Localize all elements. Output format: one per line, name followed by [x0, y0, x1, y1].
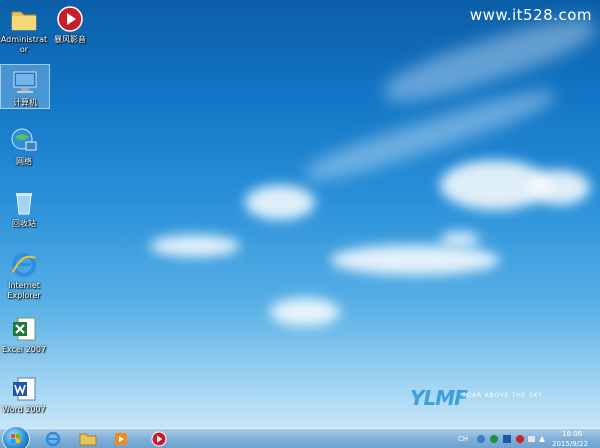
tray-icons[interactable] [476, 434, 548, 446]
folder-icon [9, 4, 39, 34]
desktop-icon-network[interactable]: 网络 [0, 124, 48, 167]
baofeng-player-icon [151, 431, 167, 447]
clock-time[interactable]: 16:06 [562, 430, 582, 438]
desktop-icon-recycle-bin[interactable]: 回收站 [0, 186, 48, 229]
cloud [270, 298, 340, 326]
cloud [330, 245, 500, 275]
icon-label: 网络 [16, 157, 32, 166]
taskbar-baofeng-button[interactable] [144, 430, 174, 448]
cloud [440, 232, 480, 246]
recycle-bin-icon [9, 188, 39, 218]
watermark-text: www.it528.com [469, 6, 592, 24]
cloud [245, 185, 315, 220]
icon-label: Internet Explorer [7, 281, 41, 300]
taskbar: CH 16:06 2015/9/22 [0, 426, 600, 448]
cloud [150, 235, 240, 257]
tray-icons-strip [477, 435, 545, 443]
taskbar-media-player-button[interactable] [106, 430, 136, 448]
icon-label: 暴风影音 [54, 35, 86, 44]
icon-label: 计算机 [13, 98, 37, 107]
icon-label: 回收站 [12, 219, 36, 228]
internet-explorer-icon [45, 431, 61, 447]
taskbar-explorer-button[interactable] [72, 430, 102, 448]
desktop-icon-internet-explorer[interactable]: Internet Explorer [0, 248, 48, 301]
taskbar-ie-button[interactable] [38, 430, 68, 448]
system-tray: CH 16:06 2015/9/22 [440, 429, 600, 448]
cloud [530, 170, 590, 205]
desktop-icon-computer[interactable]: 计算机 [0, 64, 50, 109]
desktop-icon-administrator[interactable]: Administrator [0, 2, 48, 55]
word-icon [9, 374, 39, 404]
excel-icon [9, 314, 39, 344]
media-player-icon [115, 433, 127, 445]
folder-icon [79, 433, 97, 446]
network-icon [9, 126, 39, 156]
icon-label: Administrator [0, 35, 48, 54]
computer-icon [10, 67, 40, 97]
desktop-icon-excel[interactable]: Excel 2007 [0, 312, 48, 355]
start-button[interactable] [2, 426, 30, 448]
internet-explorer-icon [9, 250, 39, 280]
clock-date[interactable]: 2015/9/22 [552, 440, 588, 448]
logo-text: YLMF [410, 386, 468, 410]
desktop-icon-baofeng[interactable]: 暴风影音 [46, 2, 94, 45]
windows-logo-icon [11, 434, 20, 443]
language-indicator[interactable]: CH [458, 435, 468, 443]
desktop: www.it528.com Administrator 暴风影音 计算机 网络 … [0, 0, 600, 448]
baofeng-player-icon [55, 4, 85, 34]
ylmf-logo: YLMF SOAR ABOVE THE SKY [410, 384, 570, 414]
icon-label: Excel 2007 [1, 345, 47, 354]
logo-tagline: SOAR ABOVE THE SKY [462, 392, 543, 399]
desktop-icon-word[interactable]: Word 2007 [0, 372, 48, 415]
icon-label: Word 2007 [2, 405, 46, 414]
